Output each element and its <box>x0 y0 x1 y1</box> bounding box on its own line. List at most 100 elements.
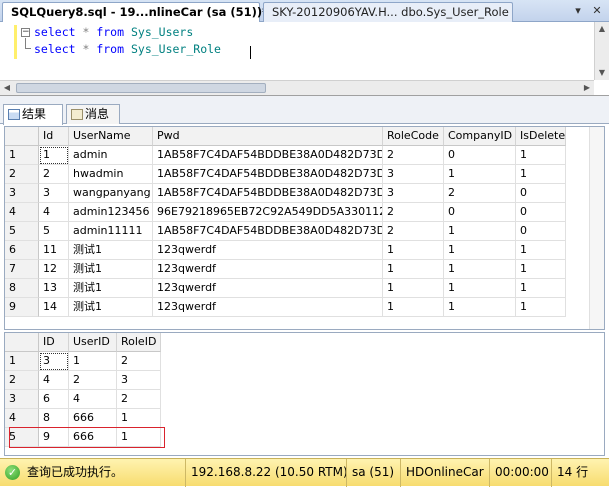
grid-cell[interactable]: 1 <box>117 428 161 447</box>
grid-cell[interactable]: 8 <box>39 409 69 428</box>
scroll-right-icon[interactable]: ▶ <box>580 81 594 95</box>
close-icon[interactable]: ✕ <box>590 4 604 18</box>
row-number[interactable]: 7 <box>5 260 39 279</box>
grid-cell[interactable]: 12 <box>39 260 69 279</box>
scroll-down-icon[interactable]: ▼ <box>595 66 609 80</box>
grid-cell[interactable]: 3 <box>39 352 69 371</box>
grid-cell[interactable]: 123qwerdf <box>153 260 383 279</box>
row-number-header[interactable] <box>5 127 39 146</box>
grid-cell[interactable]: 2 <box>383 222 444 241</box>
grid-cell[interactable]: 14 <box>39 298 69 317</box>
row-number[interactable]: 2 <box>5 165 39 184</box>
column-header[interactable]: RoleCode <box>383 127 444 146</box>
row-number[interactable]: 5 <box>5 428 39 447</box>
code-line-1[interactable]: select * from Sys_Users <box>34 24 193 40</box>
grid-cell[interactable]: 1 <box>383 279 444 298</box>
column-header[interactable]: UserID <box>69 333 117 352</box>
column-header[interactable]: UserName <box>69 127 153 146</box>
column-header[interactable]: CompanyID <box>444 127 516 146</box>
query-editor[interactable]: − select * from Sys_Users select * from … <box>0 22 609 96</box>
grid-cell[interactable]: 1 <box>516 298 566 317</box>
grid-cell[interactable]: 2 <box>383 203 444 222</box>
chevron-down-icon[interactable]: ▾ <box>571 4 585 18</box>
row-number[interactable]: 3 <box>5 390 39 409</box>
grid-cell[interactable]: 666 <box>69 409 117 428</box>
row-number[interactable]: 4 <box>5 409 39 428</box>
grid-cell[interactable]: 测试1 <box>69 298 153 317</box>
grid-cell[interactable]: 1 <box>39 146 69 165</box>
grid-cell[interactable]: 2 <box>39 165 69 184</box>
grid-cell[interactable]: 1 <box>516 165 566 184</box>
column-header[interactable]: Pwd <box>153 127 383 146</box>
row-number[interactable]: 8 <box>5 279 39 298</box>
grid-cell[interactable]: 123qwerdf <box>153 298 383 317</box>
scroll-left-icon[interactable]: ◀ <box>0 81 14 95</box>
column-header[interactable]: IsDelete <box>516 127 566 146</box>
grid-cell[interactable]: 3 <box>117 371 161 390</box>
grid-cell[interactable]: 测试1 <box>69 279 153 298</box>
grid-cell[interactable]: 1 <box>383 298 444 317</box>
grid-cell[interactable]: admin123456 <box>69 203 153 222</box>
row-number[interactable]: 5 <box>5 222 39 241</box>
grid-cell[interactable]: 1 <box>383 241 444 260</box>
editor-vertical-scrollbar[interactable]: ▲ ▼ <box>594 22 609 80</box>
code-line-2[interactable]: select * from Sys_User_Role <box>34 41 221 57</box>
grid-cell[interactable]: 1 <box>516 146 566 165</box>
grid-cell[interactable]: 1 <box>516 241 566 260</box>
grid-cell[interactable]: 测试1 <box>69 260 153 279</box>
scrollbar-thumb[interactable] <box>16 83 266 93</box>
grid-cell[interactable]: 1AB58F7C4DAF54BDDBE38A0D482D73DE <box>153 184 383 203</box>
grid-cell[interactable]: 1 <box>444 260 516 279</box>
grid-cell[interactable]: 4 <box>39 203 69 222</box>
grid-cell[interactable]: 2 <box>383 146 444 165</box>
grid-cell[interactable]: 1 <box>444 222 516 241</box>
grid-cell[interactable]: 4 <box>39 371 69 390</box>
tab-sys-user-role[interactable]: SKY-20120906YAV.H... dbo.Sys_User_Role <box>263 2 513 22</box>
results-grid-sys-users[interactable]: Id UserName Pwd RoleCode CompanyID IsDelete 1 1… <box>4 126 605 330</box>
grid-cell[interactable]: hwadmin <box>69 165 153 184</box>
grid-cell[interactable]: 123qwerdf <box>153 241 383 260</box>
grid-cell[interactable]: 1AB58F7C4DAF54BDDBE38A0D482D73DE <box>153 165 383 184</box>
row-number-header[interactable] <box>5 333 39 352</box>
grid-cell[interactable]: 0 <box>516 222 566 241</box>
row-number[interactable]: 9 <box>5 298 39 317</box>
grid-cell[interactable]: 2 <box>117 352 161 371</box>
grid-cell[interactable]: 测试1 <box>69 241 153 260</box>
row-number[interactable]: 1 <box>5 352 39 371</box>
collapse-icon[interactable]: − <box>21 28 30 37</box>
grid-cell[interactable]: 5 <box>39 222 69 241</box>
tab-sqlquery8[interactable]: SQLQuery8.sql - 19...nlineCar (sa (51))* <box>2 2 268 22</box>
grid-cell[interactable]: wangpanyang <box>69 184 153 203</box>
column-header[interactable]: ID <box>39 333 69 352</box>
row-number[interactable]: 6 <box>5 241 39 260</box>
grid-cell[interactable]: 2 <box>69 371 117 390</box>
grid-cell[interactable]: 0 <box>516 203 566 222</box>
grid-cell[interactable]: 4 <box>69 390 117 409</box>
grid-cell[interactable]: 3 <box>39 184 69 203</box>
row-number[interactable]: 2 <box>5 371 39 390</box>
grid-cell[interactable]: 0 <box>444 203 516 222</box>
column-header[interactable]: RoleID <box>117 333 161 352</box>
grid-cell[interactable]: 2 <box>444 184 516 203</box>
tab-results[interactable]: 结果 <box>3 104 63 125</box>
grid-cell[interactable]: 1 <box>117 409 161 428</box>
results-grid-sys-user-role[interactable]: ID UserID RoleID 1 3 1 2 2 4 2 3 3 6 4 2 4 8 666 1 5 9 666 1 <box>4 332 605 456</box>
grid-cell[interactable]: 1 <box>444 298 516 317</box>
row-number[interactable]: 1 <box>5 146 39 165</box>
grid-cell[interactable]: 0 <box>516 184 566 203</box>
grid-cell[interactable]: 1 <box>444 241 516 260</box>
scroll-up-icon[interactable]: ▲ <box>595 22 609 36</box>
grid-cell[interactable]: 1 <box>69 352 117 371</box>
editor-horizontal-scrollbar[interactable]: ◀ ▶ <box>0 80 594 95</box>
grid-cell[interactable]: 666 <box>69 428 117 447</box>
grid-cell[interactable]: 9 <box>39 428 69 447</box>
column-header[interactable]: Id <box>39 127 69 146</box>
grid-cell[interactable]: 123qwerdf <box>153 279 383 298</box>
grid-cell[interactable]: admin <box>69 146 153 165</box>
grid-cell[interactable]: 3 <box>383 184 444 203</box>
grid-cell[interactable]: 1 <box>383 260 444 279</box>
grid-cell[interactable]: 0 <box>444 146 516 165</box>
row-number[interactable]: 4 <box>5 203 39 222</box>
grid-cell[interactable]: 1 <box>516 260 566 279</box>
grid-cell[interactable]: 1 <box>444 279 516 298</box>
